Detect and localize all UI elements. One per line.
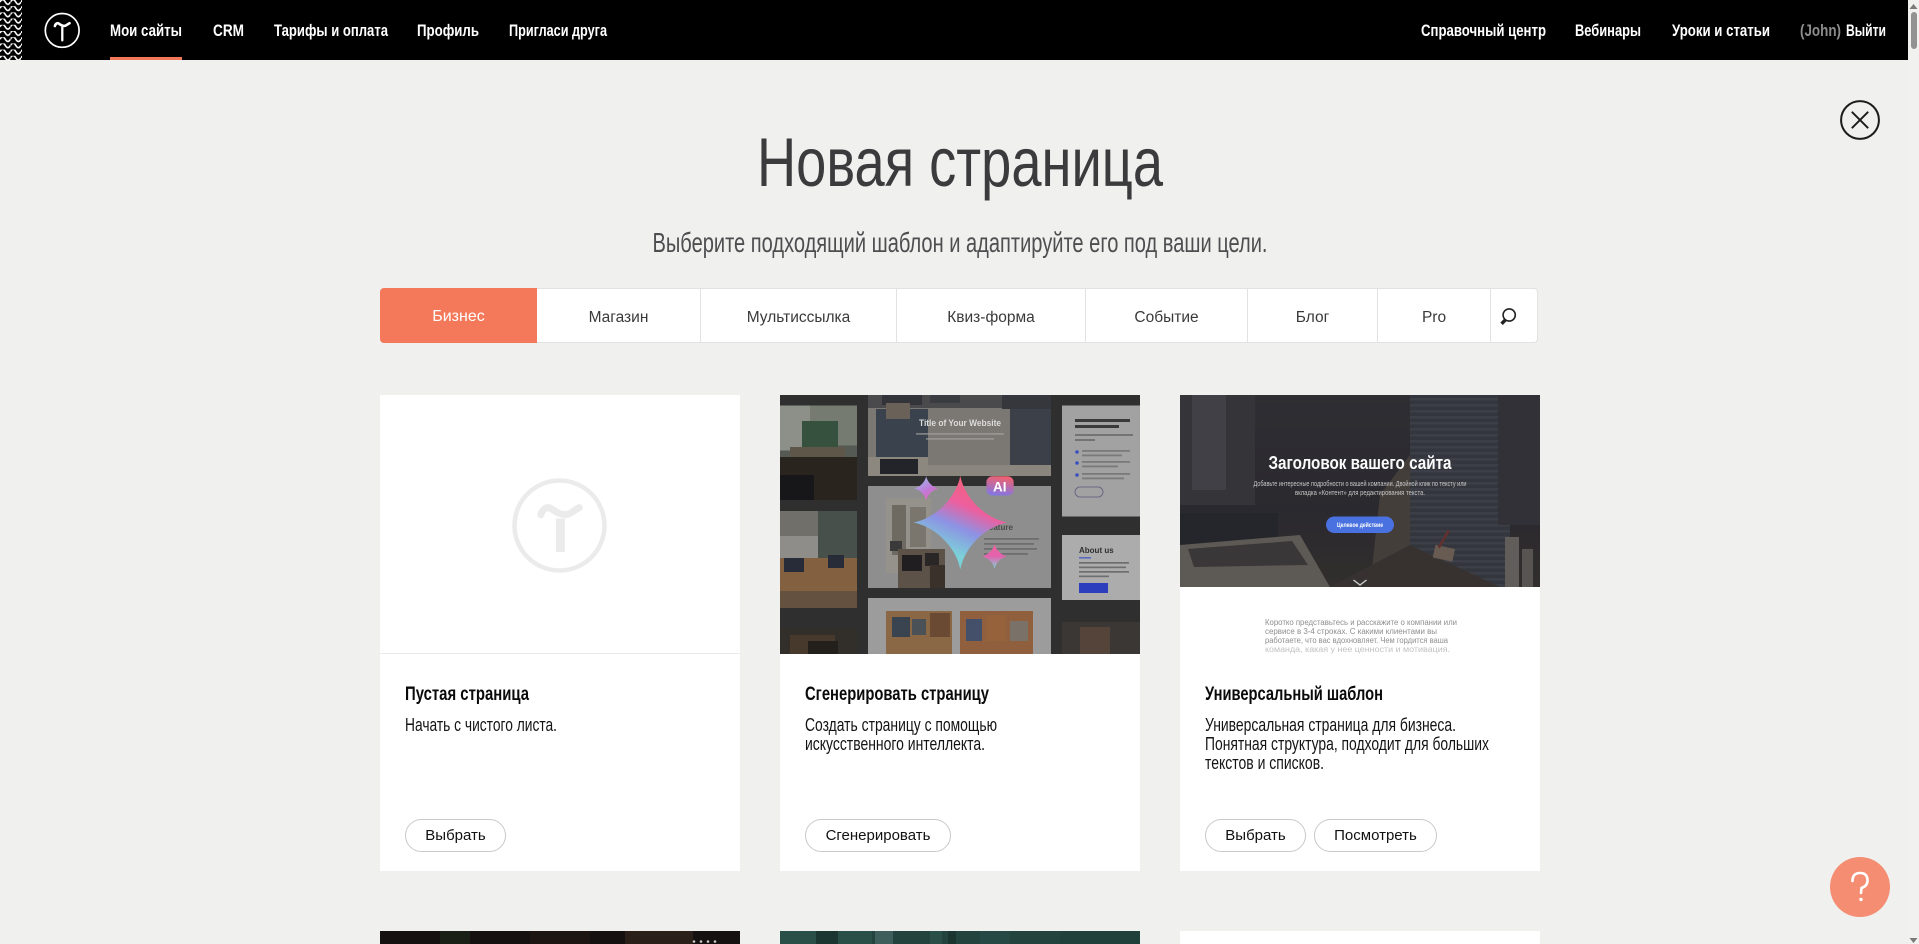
svg-text:Пустая страница: Пустая страница — [405, 684, 529, 705]
svg-text:Понятная структура, подходит д: Понятная структура, подходит для больших — [1205, 733, 1490, 754]
svg-text:сервисе в 3-4 строках. С каким: сервисе в 3-4 строках. С какими клиентам… — [1265, 627, 1437, 636]
svg-text:Начать с чистого листа.: Начать с чистого листа. — [405, 714, 557, 735]
svg-text:Универсальный шаблон: Универсальный шаблон — [1205, 684, 1383, 705]
svg-text:команда, какая у нее ценности: команда, какая у нее ценности и мотиваци… — [1265, 645, 1450, 654]
svg-text:Title of Your Website: Title of Your Website — [919, 418, 1001, 428]
svg-text:Выберите подходящий шаблон и а: Выберите подходящий шаблон и адаптируйте… — [653, 227, 1268, 258]
svg-text:Коротко представьтесь и расска: Коротко представьтесь и расскажите о ком… — [1265, 618, 1457, 627]
svg-text:работаете, что вас вдохновляет: работаете, что вас вдохновляет. Чем горд… — [1265, 636, 1449, 645]
svg-text:Создать страницу с помощью: Создать страницу с помощью — [805, 714, 997, 735]
svg-text:Новая страница: Новая страница — [757, 124, 1163, 201]
svg-text:Целевое действие: Целевое действие — [1337, 522, 1384, 529]
svg-text:Сгенерировать страницу: Сгенерировать страницу — [805, 684, 989, 705]
svg-text:Заголовок вашего сайта: Заголовок вашего сайта — [1269, 453, 1453, 473]
svg-text:Добавьте интересные подробност: Добавьте интересные подробности о вашей … — [1254, 479, 1467, 488]
svg-text:текстов и списков.: текстов и списков. — [1205, 752, 1324, 773]
svg-text:Универсальная страница для биз: Универсальная страница для бизнеса. — [1205, 714, 1456, 735]
svg-text:искусственного интеллекта.: искусственного интеллекта. — [805, 733, 985, 754]
svg-text:AI: AI — [993, 480, 1007, 495]
svg-text:About us: About us — [1079, 546, 1114, 555]
svg-text:вкладка «Контент» для редактир: вкладка «Контент» для редактирования тек… — [1295, 488, 1425, 497]
